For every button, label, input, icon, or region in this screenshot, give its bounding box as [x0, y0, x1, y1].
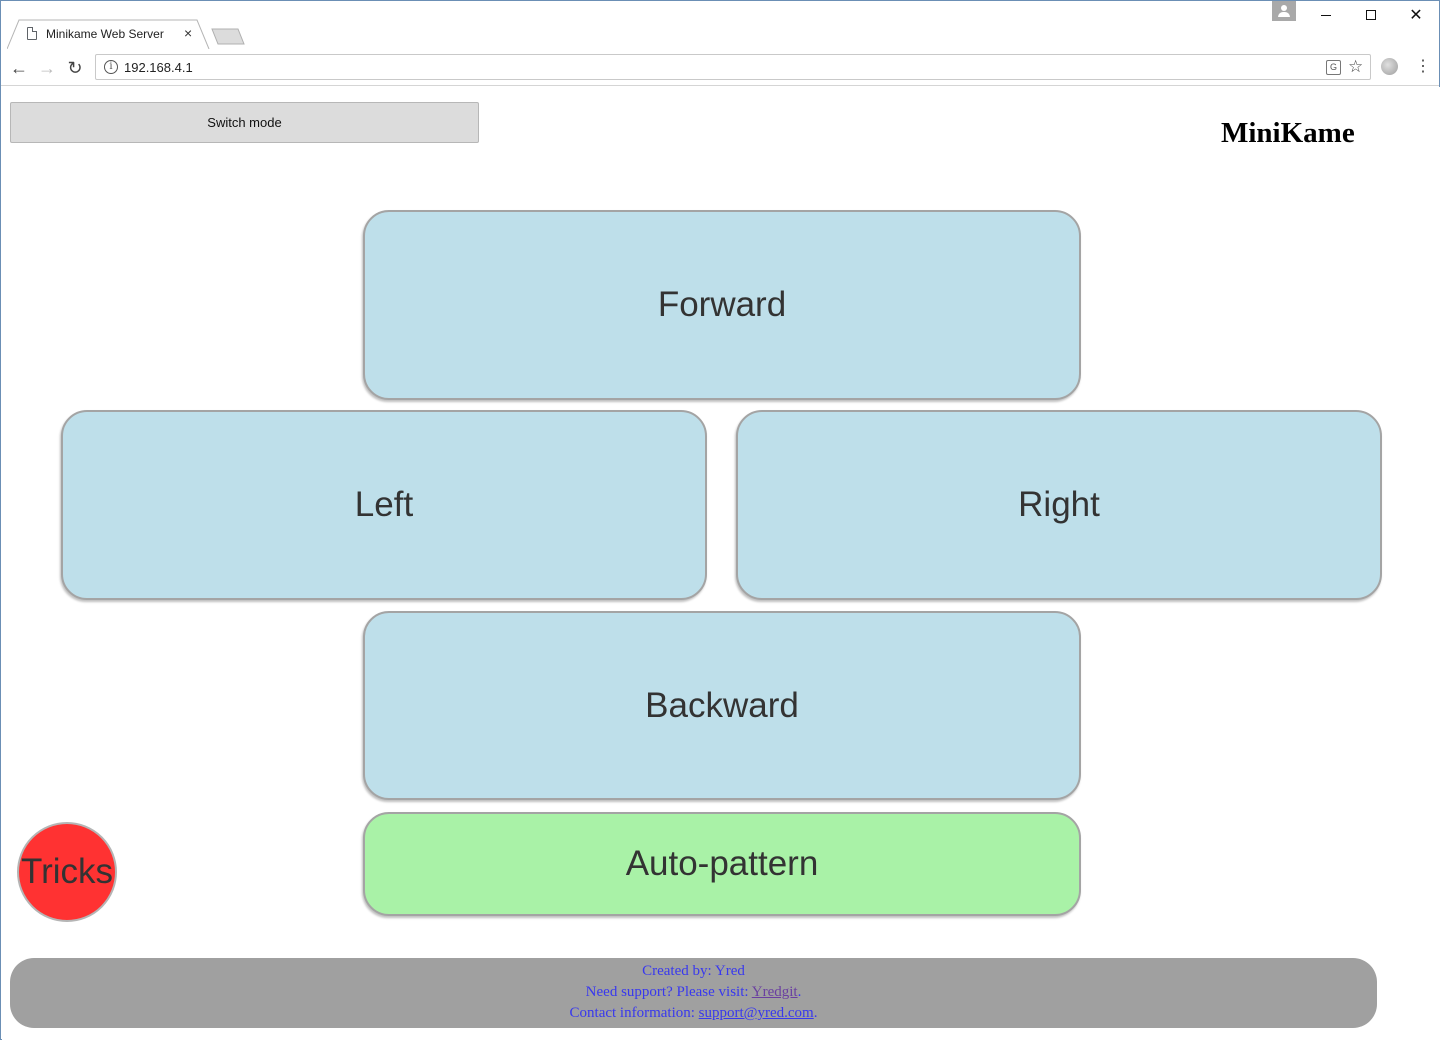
support-link[interactable]: Yredgit: [752, 984, 798, 1000]
forward-arrow-icon[interactable]: →: [37, 58, 57, 78]
bookmark-star-icon[interactable]: ☆: [1348, 57, 1363, 77]
extension-globe-icon[interactable]: [1381, 58, 1398, 75]
browser-menu-icon[interactable]: ⋮: [1415, 57, 1431, 77]
backward-button[interactable]: Backward: [363, 611, 1081, 800]
reload-icon[interactable]: ↻: [65, 58, 85, 78]
browser-window: Minikame Web Server × ✕ ← → ↻ i 192.168.…: [0, 0, 1440, 1040]
footer-support-line: Need support? Please visit: Yredgit.: [10, 982, 1377, 1003]
site-info-icon[interactable]: i: [104, 60, 118, 74]
contact-label: Contact information:: [569, 1005, 699, 1021]
browser-toolbar: ← → ↻ i 192.168.4.1 G ☆ ⋮: [1, 49, 1439, 86]
auto-pattern-button[interactable]: Auto-pattern: [363, 812, 1081, 916]
support-label: Need support? Please visit:: [585, 984, 752, 1000]
page-title: MiniKame: [1221, 117, 1355, 149]
footer-created-line: Created by: Yred: [10, 961, 1377, 982]
footer-contact-line: Contact information: support@yred.com.: [10, 1003, 1377, 1024]
right-button[interactable]: Right: [736, 410, 1382, 600]
forward-button[interactable]: Forward: [363, 210, 1081, 400]
profile-icon[interactable]: [1272, 1, 1296, 21]
switch-mode-button[interactable]: Switch mode: [10, 102, 479, 143]
page-content: Switch mode MiniKame Forward Left Right …: [2, 87, 1440, 1040]
translate-icon[interactable]: G: [1326, 60, 1341, 75]
tricks-button[interactable]: Tricks: [17, 822, 117, 922]
created-by-label: Created by:: [642, 963, 715, 979]
contact-email-link[interactable]: support@yred.com: [699, 1005, 814, 1021]
address-bar[interactable]: i 192.168.4.1 G ☆: [95, 54, 1371, 80]
tab-close-icon[interactable]: ×: [184, 25, 192, 41]
back-arrow-icon[interactable]: ←: [9, 58, 29, 78]
left-button[interactable]: Left: [61, 410, 707, 600]
footer: Created by: Yred Need support? Please vi…: [10, 958, 1377, 1028]
url-text[interactable]: 192.168.4.1: [124, 60, 193, 75]
tab-title: Minikame Web Server: [46, 27, 164, 41]
page-document-icon: [27, 27, 37, 40]
tab-strip: Minikame Web Server × ✕: [1, 1, 1439, 49]
contact-suffix: .: [813, 1005, 818, 1021]
new-tab-button[interactable]: [211, 28, 245, 45]
window-close-button[interactable]: ✕: [1401, 5, 1431, 25]
minimize-button[interactable]: [1311, 5, 1341, 25]
maximize-button[interactable]: [1356, 5, 1386, 25]
support-suffix: .: [797, 984, 802, 1000]
creator-name: Yred: [714, 963, 745, 979]
